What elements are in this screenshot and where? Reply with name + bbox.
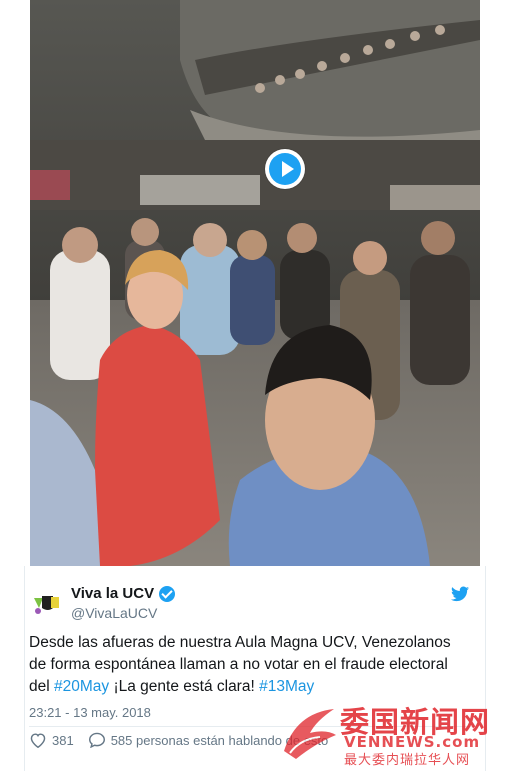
page-frame: Viva la UCV @VivaLaUCV Desde las afueras…	[0, 0, 511, 771]
comments-text: 585 personas están hablando de esto	[110, 732, 329, 748]
tweet-actions: 381 585 personas están hablando de esto	[29, 732, 342, 748]
tweet-timestamp[interactable]: 23:21 - 13 may. 2018	[29, 705, 151, 720]
likes-count: 381	[52, 732, 74, 748]
user-handle[interactable]: @VivaLaUCV	[71, 605, 157, 621]
comments-button[interactable]: 585 personas están hablando de esto	[88, 732, 329, 748]
play-button[interactable]	[265, 149, 305, 189]
display-name[interactable]: Viva la UCV	[71, 585, 154, 602]
hashtag-link[interactable]: #20May	[54, 678, 109, 695]
twitter-bird-icon[interactable]	[451, 586, 469, 602]
like-button[interactable]: 381	[29, 732, 74, 748]
heart-icon	[30, 733, 46, 748]
tweet-card: Viva la UCV @VivaLaUCV Desde las afueras…	[24, 566, 486, 771]
speech-bubble-icon	[88, 732, 105, 748]
crowd-scene-image	[30, 0, 480, 566]
video-thumbnail[interactable]	[30, 0, 480, 566]
tweet-text: Desde las afueras de nuestra Aula Magna …	[29, 632, 469, 698]
verified-badge-icon	[159, 585, 176, 602]
embedded-video[interactable]	[24, 0, 486, 566]
hashtag-link[interactable]: #13May	[259, 678, 314, 695]
avatar[interactable]	[29, 586, 63, 620]
divider	[29, 726, 475, 727]
tweet-text-part2: ¡La gente está clara!	[109, 678, 260, 695]
play-icon	[269, 153, 301, 185]
